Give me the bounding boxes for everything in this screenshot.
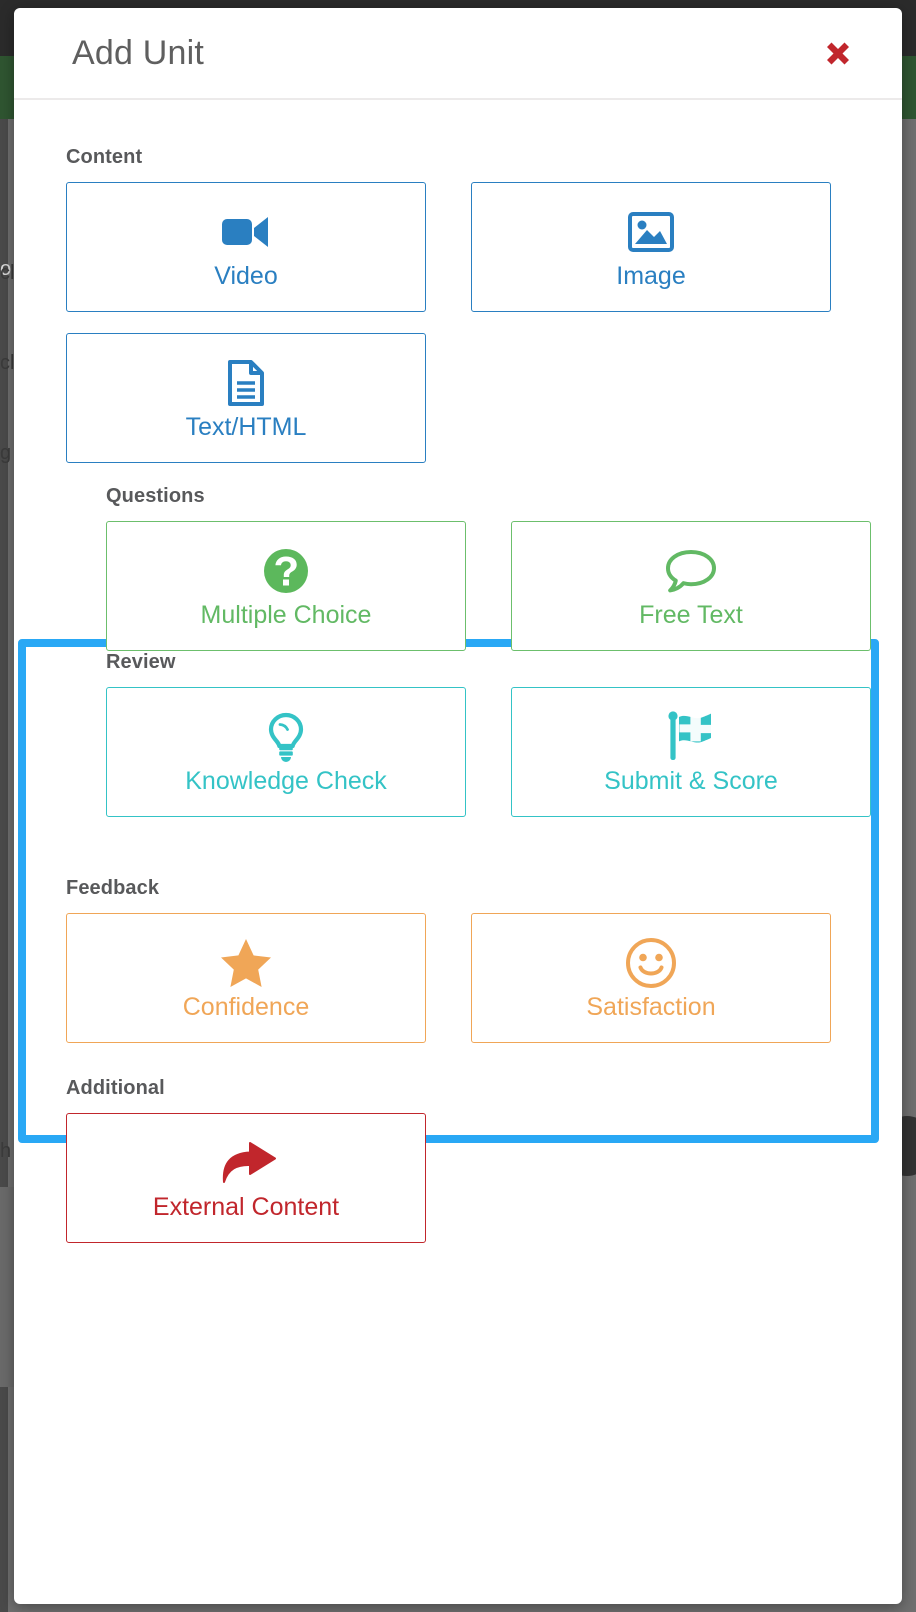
question-mark-circle-icon [261, 545, 311, 597]
add-external-content-button[interactable]: External Content [66, 1113, 426, 1243]
section-review: Review Knowledge Check Submit & Score [106, 651, 871, 817]
star-icon [218, 937, 274, 989]
card-label: Knowledge Check [185, 766, 387, 795]
forward-arrow-icon [213, 1137, 279, 1189]
add-multiple-choice-button[interactable]: Multiple Choice [106, 521, 466, 651]
section-label-feedback: Feedback [66, 877, 160, 899]
speech-bubble-icon [663, 545, 719, 597]
add-image-button[interactable]: Image [471, 182, 831, 312]
background-text-fragment: h [0, 1140, 12, 1162]
video-camera-icon [220, 206, 272, 258]
background-dark-strip [0, 119, 8, 1612]
content-card-grid: Video Image Text/HTML [66, 182, 844, 463]
smiley-face-icon [624, 937, 678, 989]
card-label: External Content [152, 1192, 340, 1221]
image-picture-icon [627, 206, 675, 258]
card-label: Satisfaction [586, 992, 716, 1021]
add-confidence-button[interactable]: Confidence [66, 913, 426, 1043]
additional-card-grid: External Content [66, 1113, 844, 1243]
questions-card-grid: Multiple Choice Free Text [106, 521, 871, 651]
add-satisfaction-button[interactable]: Satisfaction [471, 913, 831, 1043]
card-label: Free Text [639, 600, 743, 629]
lightbulb-icon [265, 711, 307, 763]
add-unit-modal: Add Unit Content Video Image Text/HTML Q… [14, 8, 902, 1604]
document-text-icon [225, 357, 267, 409]
section-label-additional: Additional [66, 1077, 165, 1099]
section-feedback: Feedback Confidence Satisfaction [66, 877, 844, 1043]
add-knowledge-check-button[interactable]: Knowledge Check [106, 687, 466, 817]
section-label-review: Review [106, 651, 176, 673]
background-text-fragment: g [0, 442, 12, 464]
card-label: Video [214, 261, 278, 290]
checkered-flag-icon [664, 710, 718, 763]
page-title: Add Unit [72, 33, 205, 72]
modal-body: Content Video Image Text/HTML Questions … [14, 100, 902, 1243]
close-icon[interactable] [820, 35, 856, 71]
modal-header: Add Unit [14, 8, 902, 100]
add-free-text-button[interactable]: Free Text [511, 521, 871, 651]
card-label: Image [616, 261, 686, 290]
card-label: Text/HTML [185, 412, 307, 441]
card-label: Multiple Choice [200, 600, 372, 629]
section-label-content: Content [66, 146, 143, 168]
add-text-html-button[interactable]: Text/HTML [66, 333, 426, 463]
add-submit-score-button[interactable]: Submit & Score [511, 687, 871, 817]
card-label: Confidence [182, 992, 310, 1021]
background-text-fragment: cl [0, 262, 15, 284]
section-label-questions: Questions [106, 485, 205, 507]
section-content: Content Video Image Text/HTML [66, 146, 844, 463]
review-card-grid: Knowledge Check Submit & Score [106, 687, 871, 817]
background-text-fragment: cl [0, 352, 15, 374]
section-additional: Additional External Content [66, 1077, 844, 1243]
background-dark-strip-lower [0, 1187, 14, 1387]
card-label: Submit & Score [604, 766, 778, 795]
feedback-card-grid: Confidence Satisfaction [66, 913, 844, 1043]
section-questions: Questions Multiple Choice Free Text [106, 485, 871, 651]
add-video-button[interactable]: Video [66, 182, 426, 312]
highlighted-sections-wrapper: Questions Multiple Choice Free Text Revi… [66, 463, 871, 843]
